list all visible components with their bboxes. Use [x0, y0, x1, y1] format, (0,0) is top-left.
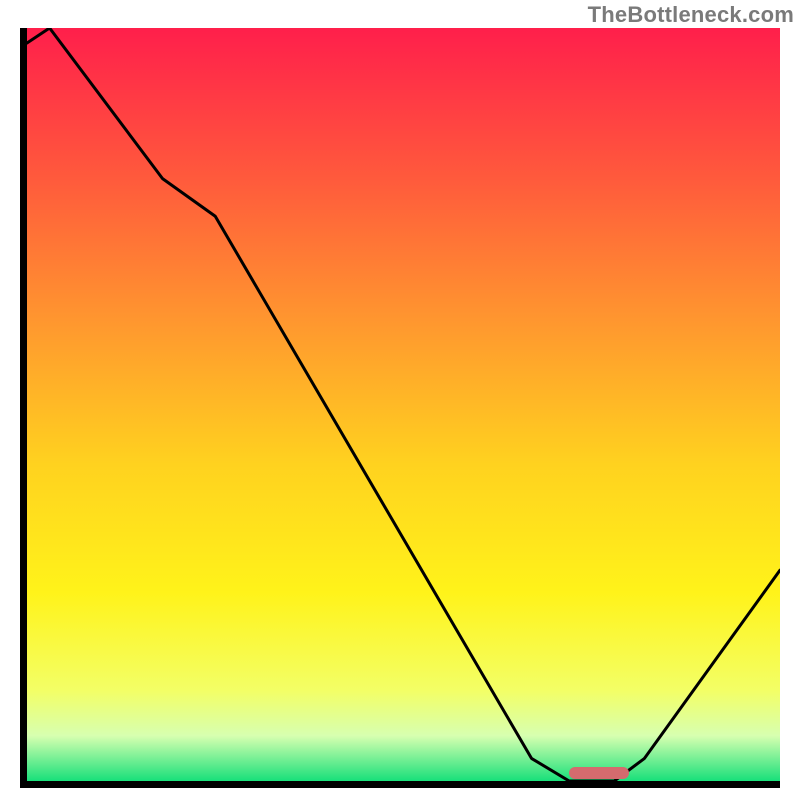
optimal-range-marker	[569, 767, 629, 779]
plot-area	[27, 28, 780, 781]
chart-stage: TheBottleneck.com	[0, 0, 800, 800]
chart-svg	[27, 28, 780, 781]
gradient-background	[27, 28, 780, 781]
watermark-text: TheBottleneck.com	[588, 2, 794, 28]
